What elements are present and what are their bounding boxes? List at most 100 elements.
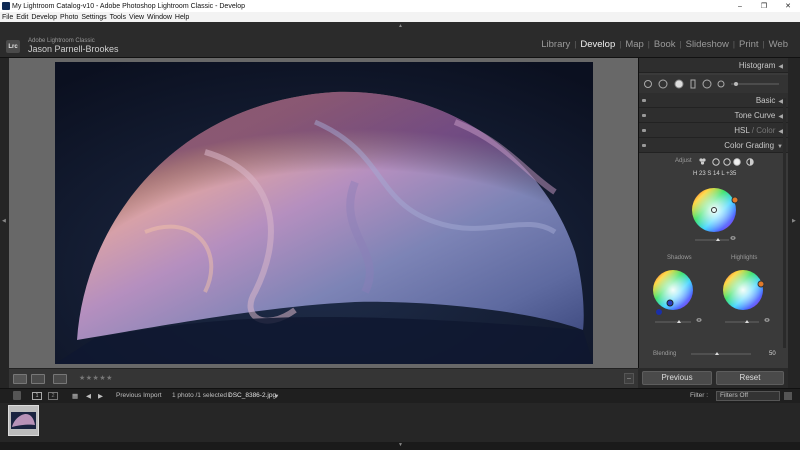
before-after-button[interactable] (31, 374, 45, 384)
hsl-separator: / (751, 126, 755, 135)
panel-switch-icon[interactable] (642, 99, 646, 102)
secondary-display-icon[interactable] (13, 391, 21, 400)
lrc-logo: Lrc (6, 40, 20, 53)
module-develop[interactable]: Develop (576, 39, 619, 50)
menu-window[interactable]: Window (147, 14, 172, 21)
filmstrip-thumbnail[interactable] (8, 405, 39, 436)
menu-file[interactable]: File (2, 14, 13, 21)
filter-label: Filter : (690, 392, 709, 399)
shadows-outer-handle[interactable] (656, 309, 662, 315)
basic-panel-header[interactable]: Basic ◀ (639, 93, 789, 108)
filter-lock-icon[interactable] (784, 392, 792, 400)
second-window-button[interactable]: 2 (48, 392, 58, 400)
module-library[interactable]: Library (537, 39, 574, 50)
compare-view-button[interactable] (53, 374, 67, 384)
menu-photo[interactable]: Photo (60, 14, 78, 21)
module-print[interactable]: Print (735, 39, 763, 50)
filename[interactable]: DSC_8386-2.jpg (228, 392, 276, 399)
tool-strip-icons (644, 79, 779, 89)
gradient-tool-icon[interactable] (702, 79, 712, 89)
menu-edit[interactable]: Edit (16, 14, 28, 21)
module-slideshow[interactable]: Slideshow (682, 39, 733, 50)
hsl-readout: H 23 S 14 L +35 (693, 171, 737, 177)
star-rating[interactable]: ★★★★★ (79, 374, 113, 382)
main-window-button[interactable]: 1 (32, 392, 42, 400)
menu-help[interactable]: Help (175, 14, 189, 21)
maximize-button[interactable]: ❐ (752, 2, 776, 10)
bottom-edge: ▼ (0, 442, 800, 450)
top-panel-toggle-icon[interactable]: ▲ (398, 23, 403, 29)
filmstrip-toggle-icon[interactable]: ▼ (398, 442, 403, 448)
menu-develop[interactable]: Develop (31, 14, 57, 21)
minimize-button[interactable]: – (728, 3, 752, 10)
blending-value: 50 (769, 351, 776, 357)
module-book[interactable]: Book (650, 39, 680, 50)
menu-tools[interactable]: Tools (110, 14, 126, 21)
color-grading-body: Adjust H 23 S 14 L +35 Shadows Highlight… (639, 154, 789, 368)
three-way-mode-icon[interactable] (699, 158, 706, 165)
crop-tool-icon[interactable] (644, 80, 652, 88)
highlights-mode-icon[interactable] (733, 158, 741, 166)
panel-switch-icon[interactable] (642, 114, 646, 117)
right-panel-edge: ▶ (788, 58, 800, 388)
healing-tool-icon[interactable] (658, 79, 668, 89)
module-web[interactable]: Web (765, 39, 792, 50)
midtones-hue-handle[interactable] (731, 196, 739, 204)
highlights-label: Highlights (731, 255, 758, 261)
shadows-label: Shadows (667, 255, 692, 261)
highlights-hue-handle[interactable] (757, 280, 765, 288)
tool-slider-thumb[interactable] (734, 82, 738, 86)
reset-button[interactable]: Reset (716, 371, 784, 385)
menu-view[interactable]: View (129, 14, 144, 21)
shadows-hue-handle[interactable] (666, 299, 674, 307)
previous-reset-bar: Previous Reset (638, 368, 788, 388)
identity-plate: ▲ Lrc Adobe Lightroom Classic Jason Parn… (0, 22, 800, 58)
filmstrip-bar: 1 2 ▦ ◀ ▶ Previous Import 1 photo /1 sel… (0, 388, 800, 403)
panel-switch-icon[interactable] (642, 144, 646, 147)
window-title-bar: My Lightroom Catalog-v10 - Adobe Photosh… (0, 0, 800, 12)
filename-dropdown-icon[interactable]: ▾ (275, 392, 278, 400)
filter-value: Filters Off (720, 392, 749, 399)
midtones-color-wheel[interactable] (692, 188, 739, 232)
color-title[interactable]: Color (756, 126, 775, 135)
right-panel-toggle-icon[interactable]: ▶ (792, 218, 796, 224)
left-panel-toggle-icon[interactable]: ◀ (2, 218, 6, 224)
grid-view-icon[interactable]: ▦ (72, 392, 78, 400)
previous-button[interactable]: Previous (642, 371, 712, 385)
shadows-visibility-icon[interactable] (696, 318, 702, 322)
color-grading-controls (653, 158, 770, 355)
collapse-arrow-icon: ◀ (778, 64, 783, 70)
image-canvas[interactable] (9, 58, 638, 368)
panel-scrollbar[interactable] (783, 98, 786, 348)
forward-arrow-icon[interactable]: ▶ (98, 392, 103, 400)
highlights-visibility-icon[interactable] (764, 318, 770, 322)
panel-switch-icon[interactable] (642, 129, 646, 132)
back-arrow-icon[interactable]: ◀ (86, 392, 91, 400)
menu-settings[interactable]: Settings (81, 14, 106, 21)
masking-tool-icon[interactable] (690, 79, 696, 89)
close-button[interactable]: ✕ (776, 2, 800, 10)
tool-strip (639, 75, 789, 93)
global-mode-icon[interactable] (746, 158, 754, 166)
tone-curve-title: Tone Curve (734, 111, 776, 120)
hsl-title[interactable]: HSL (734, 126, 749, 135)
midtones-visibility-icon[interactable] (730, 236, 736, 240)
tone-curve-panel-header[interactable]: Tone Curve ◀ (639, 108, 789, 123)
hsl-panel-header[interactable]: HSL / Color ◀ (639, 123, 789, 138)
toolbar-menu-button[interactable]: – (624, 373, 634, 384)
filmstrip-source[interactable]: Previous Import (116, 392, 162, 399)
module-map[interactable]: Map (621, 39, 647, 50)
radial-tool-icon[interactable] (717, 80, 725, 88)
filter-select[interactable]: Filters Off (716, 391, 780, 401)
user-name: Jason Parnell-Brookes (28, 44, 119, 54)
window-title: My Lightroom Catalog-v10 - Adobe Photosh… (12, 2, 246, 10)
shadows-color-wheel[interactable] (653, 270, 693, 310)
histogram-panel-header[interactable]: Histogram ◀ (639, 58, 789, 73)
right-panel: Histogram ◀ Basic ◀ Tone Curve ◀ HSL / Colo… (638, 58, 789, 368)
highlights-color-wheel[interactable] (723, 270, 765, 310)
loupe-view-button[interactable] (13, 374, 27, 384)
shadows-mode-icon[interactable] (712, 158, 720, 166)
color-grading-panel-header[interactable]: Color Grading ▼ (639, 138, 789, 153)
midtones-mode-icon[interactable] (723, 158, 731, 166)
red-eye-tool-icon[interactable] (674, 79, 684, 89)
